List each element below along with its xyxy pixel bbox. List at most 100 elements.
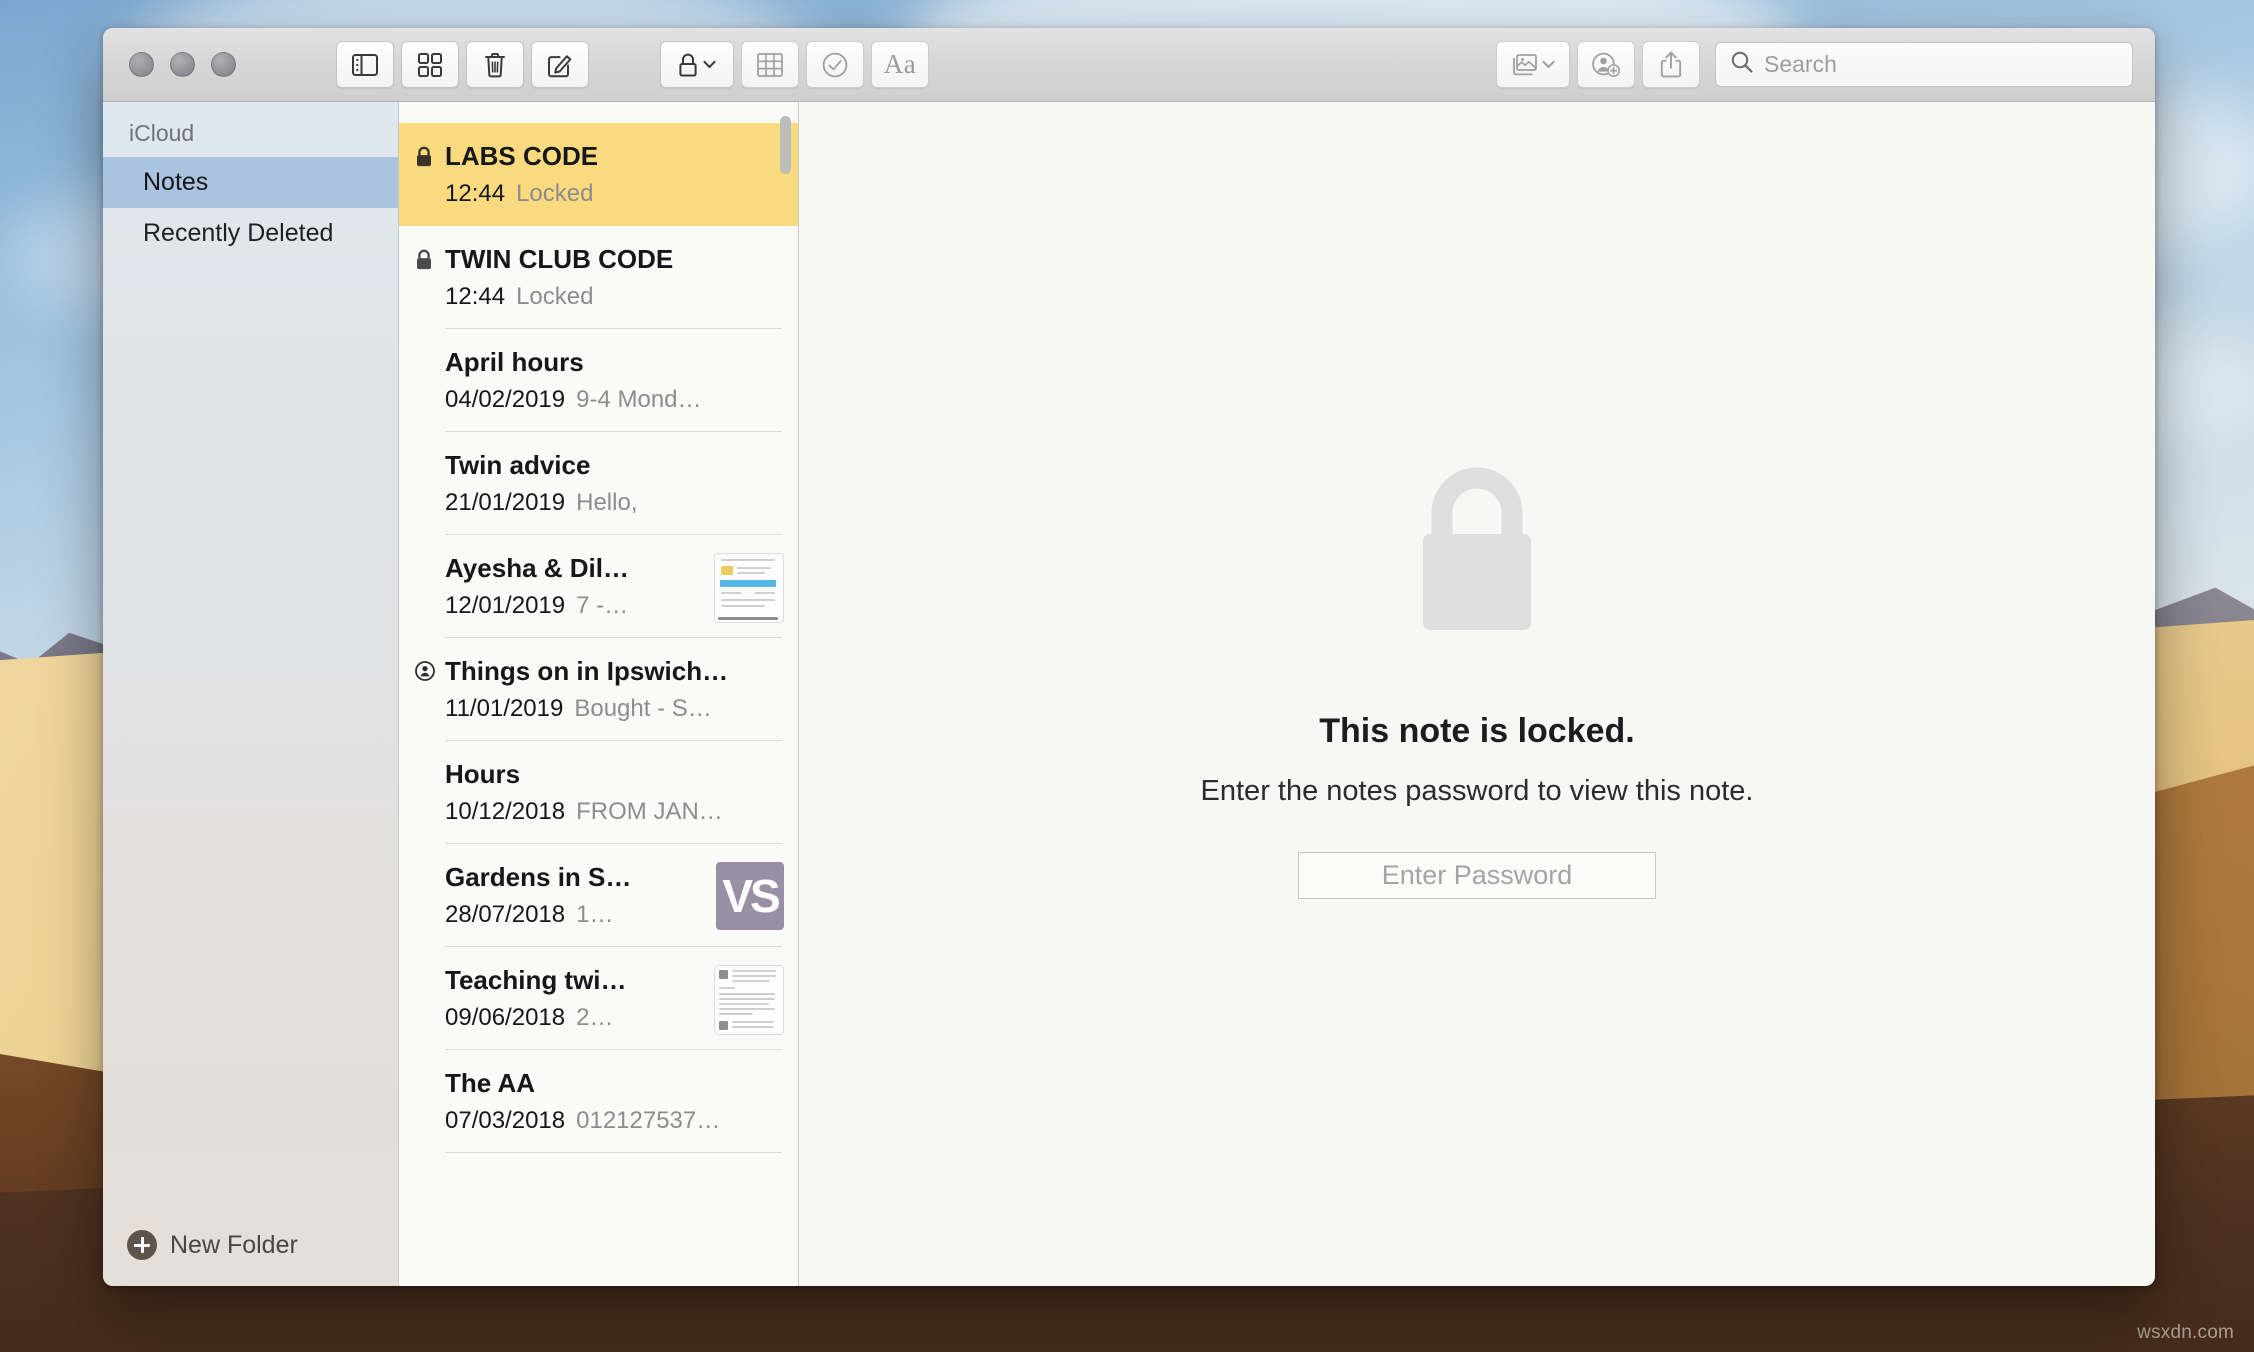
note-list-item[interactable]: Hours 10/12/2018 FROM JAN… xyxy=(399,741,798,844)
note-title: LABS CODE xyxy=(445,142,599,171)
note-list-item[interactable]: Teaching twi… 09/06/2018 2… xyxy=(399,947,798,1050)
sidebar-item-label: Notes xyxy=(143,168,209,196)
note-meta: 11/01/2019 Bought - S… xyxy=(399,687,798,723)
photo-icon xyxy=(1512,53,1537,76)
plus-circle-icon xyxy=(127,1230,157,1260)
note-title: Ayesha & Dil… xyxy=(445,554,629,583)
note-title: Hours xyxy=(445,760,521,789)
note-date: 21/01/2019 xyxy=(445,488,566,516)
note-list-scrollbar[interactable] xyxy=(778,108,792,1280)
note-list-inner: LABS CODE 12:44 Locked TWIN CLUB CODE 12:… xyxy=(399,102,798,1153)
note-preview: 1… xyxy=(576,900,614,928)
chevron-down-icon xyxy=(1541,60,1555,69)
search-placeholder: Search xyxy=(1764,51,1837,77)
note-date: 10/12/2018 xyxy=(445,797,566,825)
note-thumbnail xyxy=(714,965,784,1035)
note-preview: Locked xyxy=(516,179,594,207)
note-meta: 10/12/2018 FROM JAN… xyxy=(399,790,798,826)
vs-logo-icon: VS xyxy=(722,870,780,922)
note-date: 04/02/2019 xyxy=(445,385,566,413)
window-toolbar: Aa Search xyxy=(103,28,2155,102)
password-input[interactable]: Enter Password xyxy=(1297,851,1656,899)
sidebar-item-label: Recently Deleted xyxy=(143,219,334,247)
zoom-button[interactable] xyxy=(211,52,236,77)
new-folder-label: New Folder xyxy=(170,1230,298,1259)
search-icon xyxy=(1731,51,1753,78)
compose-icon xyxy=(547,52,573,78)
lock-note-button[interactable] xyxy=(660,41,734,88)
lock-badge-icon xyxy=(415,249,433,276)
compose-note-button[interactable] xyxy=(531,41,589,88)
note-preview: 2… xyxy=(576,1003,614,1031)
close-button[interactable] xyxy=(129,52,154,77)
note-list-item[interactable]: Twin advice 21/01/2019 Hello, xyxy=(399,432,798,535)
note-title: The AA xyxy=(445,1069,536,1098)
sidebar-item-recently-deleted[interactable]: Recently Deleted xyxy=(103,208,398,259)
locked-subtitle: Enter the notes password to view this no… xyxy=(1200,774,1754,807)
note-date: 09/06/2018 xyxy=(445,1003,566,1031)
insert-media-button[interactable] xyxy=(1496,41,1570,88)
note-title: Teaching twi… xyxy=(445,966,627,995)
trash-icon xyxy=(484,52,506,78)
delete-note-button[interactable] xyxy=(466,41,524,88)
shared-person-badge-icon xyxy=(415,661,435,686)
note-list[interactable]: LABS CODE 12:44 Locked TWIN CLUB CODE 12:… xyxy=(399,102,799,1286)
checkmark-circle-icon xyxy=(822,52,848,78)
note-title: TWIN CLUB CODE xyxy=(445,245,674,274)
aa-icon: Aa xyxy=(883,49,917,79)
new-folder-button[interactable]: New Folder xyxy=(103,1230,398,1286)
note-list-item[interactable]: Ayesha & Dil… 12/01/2019 7 -… xyxy=(399,535,798,638)
locked-title: This note is locked. xyxy=(1319,711,1635,750)
watermark: wsxdn.com xyxy=(2137,1322,2234,1343)
traffic-lights xyxy=(129,52,236,77)
share-icon xyxy=(1660,51,1682,78)
note-date: 12/01/2019 xyxy=(445,591,566,619)
note-meta: 07/03/2018 012127537… xyxy=(399,1099,798,1135)
checklist-button[interactable] xyxy=(806,41,864,88)
note-list-item[interactable]: The AA 07/03/2018 012127537… xyxy=(399,1050,798,1153)
insert-table-button[interactable] xyxy=(741,41,799,88)
note-list-item[interactable]: TWIN CLUB CODE 12:44 Locked xyxy=(399,226,798,329)
format-text-button[interactable]: Aa xyxy=(871,41,929,88)
table-icon xyxy=(757,52,783,77)
note-title: April hours xyxy=(445,348,584,377)
gallery-view-button[interactable] xyxy=(401,41,459,88)
note-thumbnail: VS xyxy=(716,862,784,930)
note-date: 12:44 xyxy=(445,179,506,207)
note-list-item[interactable]: Things on in Ipswich… 11/01/2019 Bought -… xyxy=(399,638,798,741)
note-preview: 9-4 Mond… xyxy=(576,385,702,413)
row-separator xyxy=(445,1152,782,1153)
document-preview-icon xyxy=(715,554,783,622)
toolbar-group-insert: Search xyxy=(1496,41,2133,88)
big-lock-icon xyxy=(1402,466,1552,646)
note-list-item[interactable]: LABS CODE 12:44 Locked xyxy=(399,123,798,226)
toolbar-group-view xyxy=(336,41,596,88)
sidebar-item-notes[interactable]: Notes xyxy=(103,157,398,208)
note-list-item[interactable]: Gardens in S… 28/07/2018 1… VS xyxy=(399,844,798,947)
note-date: 28/07/2018 xyxy=(445,900,566,928)
lock-icon xyxy=(678,52,698,78)
lock-badge-icon xyxy=(415,146,433,173)
note-meta: 12:44 Locked xyxy=(399,275,798,311)
note-preview: 012127537… xyxy=(576,1106,721,1134)
scrollbar-thumb[interactable] xyxy=(780,116,791,174)
note-preview: Hello, xyxy=(576,488,638,516)
grid-icon xyxy=(418,52,442,77)
minimize-button[interactable] xyxy=(170,52,195,77)
share-note-button[interactable] xyxy=(1642,41,1700,88)
note-date: 07/03/2018 xyxy=(445,1106,566,1134)
note-list-item[interactable]: April hours 04/02/2019 9-4 Mond… xyxy=(399,329,798,432)
sidebar-toggle-button[interactable] xyxy=(336,41,394,88)
note-meta: 04/02/2019 9-4 Mond… xyxy=(399,378,798,414)
add-person-icon xyxy=(1592,52,1620,78)
search-field[interactable]: Search xyxy=(1715,42,2133,87)
note-preview: Locked xyxy=(516,282,594,310)
note-meta: 21/01/2019 Hello, xyxy=(399,481,798,517)
add-people-button[interactable] xyxy=(1577,41,1635,88)
password-placeholder: Enter Password xyxy=(1381,859,1573,890)
note-preview: FROM JAN… xyxy=(576,797,723,825)
notes-window: Aa Search iCloud Notes Recently Deleted … xyxy=(103,28,2155,1286)
note-meta: 12:44 Locked xyxy=(399,172,798,208)
sidebar: iCloud Notes Recently Deleted New Folder xyxy=(103,102,399,1286)
